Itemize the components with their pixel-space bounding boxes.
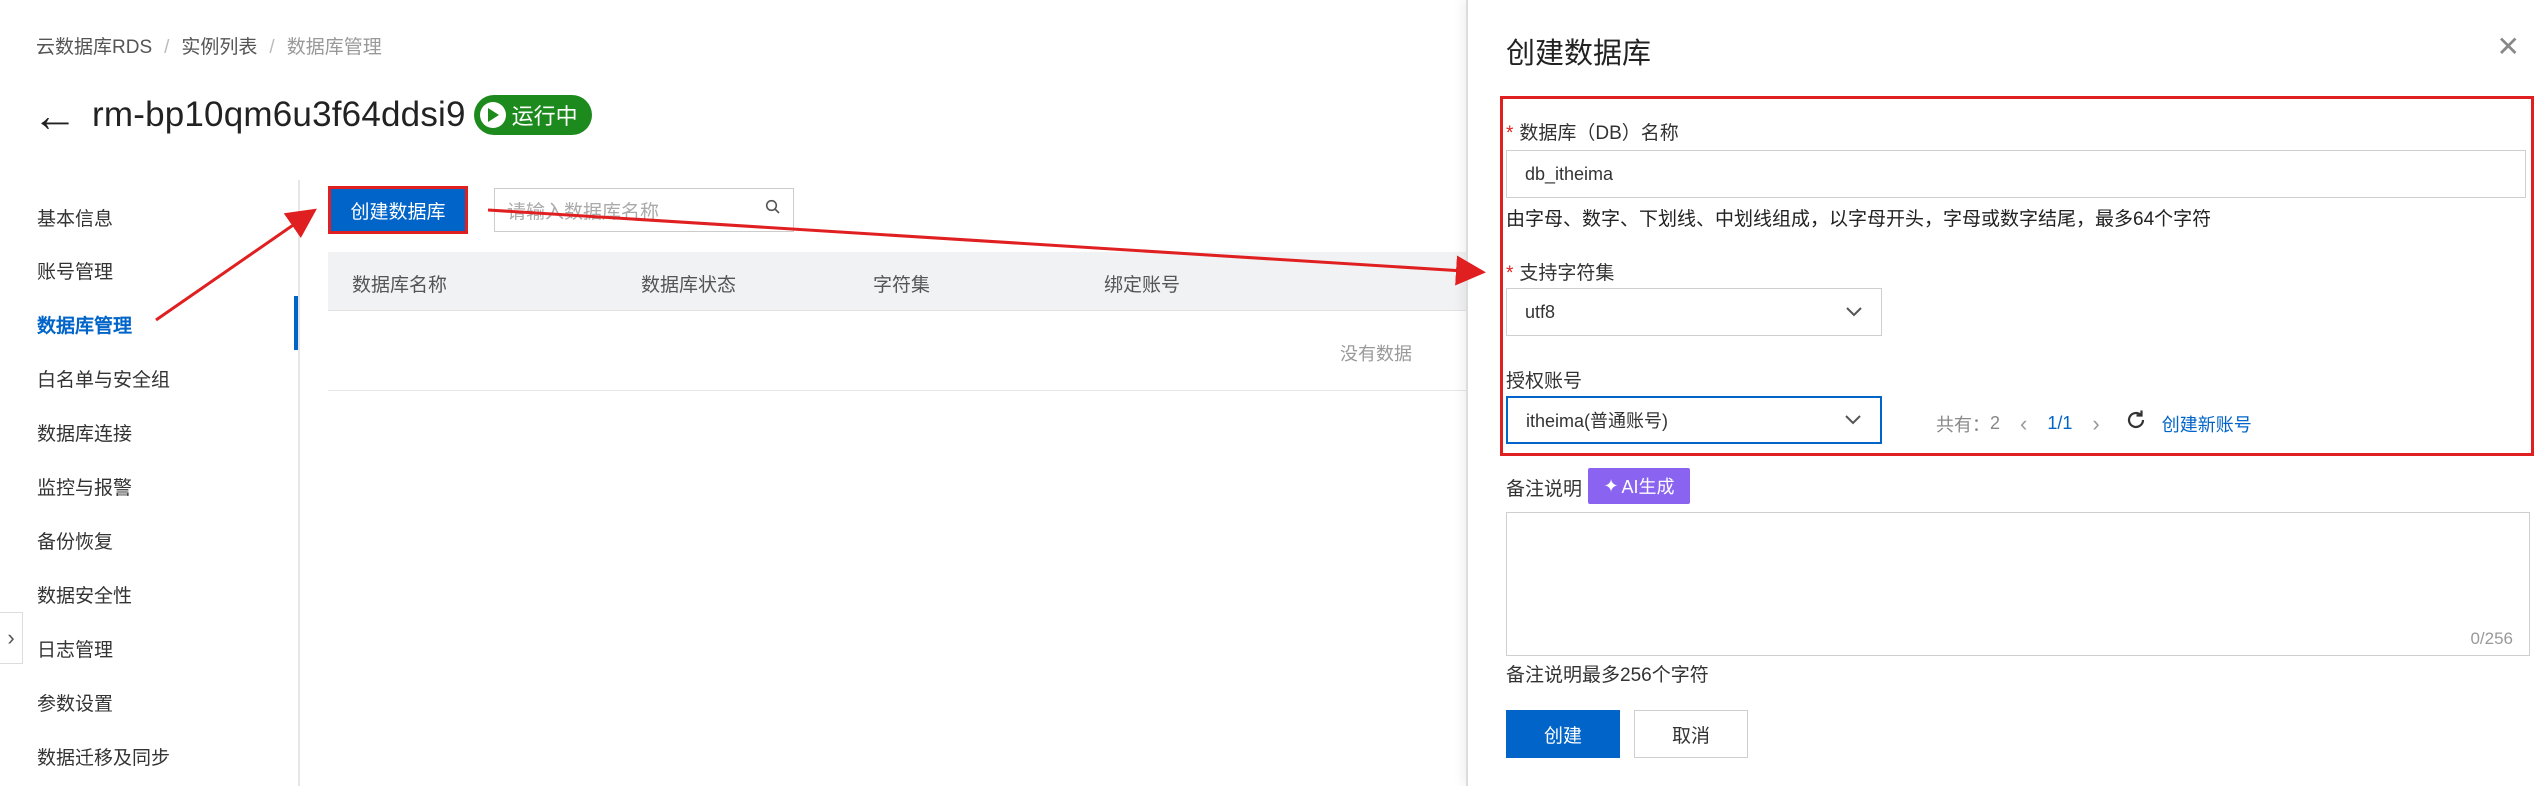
charset-label-text: 支持字符集	[1519, 263, 1615, 284]
search-placeholder: 请输入数据库名称	[507, 201, 660, 223]
required-marker: *	[1506, 123, 1514, 144]
page-title: rm-bp10qm6u3f64ddsi9	[92, 95, 466, 134]
create-database-drawer: 创建数据库 ✕ * 数据库（DB）名称 db_itheima 由字母、数字、下划线…	[1466, 0, 2546, 786]
column-header-name: 数据库名称	[352, 275, 448, 296]
table-empty-text: 没有数据	[1340, 344, 1412, 364]
remark-hint: 备注说明最多256个字符	[1506, 665, 1709, 686]
column-header-account: 绑定账号	[1104, 275, 1181, 296]
sidebar-active-indicator	[294, 296, 298, 350]
remark-label: 备注说明	[1506, 479, 1583, 500]
sidebar: 基本信息 账号管理 数据库管理 白名单与安全组 数据库连接 监控与报警 备份恢复…	[0, 180, 300, 786]
cancel-button[interactable]: 取消	[1634, 710, 1748, 758]
chevron-left-icon[interactable]: ‹	[2020, 411, 2027, 437]
status-badge: 运行中	[473, 95, 592, 135]
sidebar-item-whitelist[interactable]: 白名单与安全组	[37, 365, 170, 392]
sidebar-item-parameters[interactable]: 参数设置	[37, 689, 113, 716]
breadcrumb-item-current: 数据库管理	[286, 37, 382, 58]
db-name-label-text: 数据库（DB）名称	[1519, 123, 1679, 144]
sidebar-item-security[interactable]: 数据安全性	[37, 581, 132, 608]
sidebar-item-accounts[interactable]: 账号管理	[37, 257, 113, 284]
account-pager: 共有： 2 ‹ 1/1 › 创建新账号	[1936, 408, 2252, 439]
sidebar-item-basic-info[interactable]: 基本信息	[37, 204, 113, 231]
required-marker: *	[1506, 263, 1514, 284]
table-header: 数据库名称 数据库状态 字符集 绑定账号	[328, 252, 1468, 311]
sparkle-icon: ✦	[1603, 475, 1619, 496]
sidebar-item-migration[interactable]: 数据迁移及同步	[37, 743, 170, 770]
ai-generate-label: AI生成	[1621, 477, 1675, 497]
back-arrow-icon[interactable]: ←	[32, 92, 78, 138]
db-name-input[interactable]: db_itheima	[1506, 150, 2526, 198]
sidebar-item-logs[interactable]: 日志管理	[37, 635, 113, 662]
breadcrumb-separator: /	[164, 37, 170, 58]
sidebar-item-backup[interactable]: 备份恢复	[37, 527, 113, 554]
chevron-right-icon[interactable]: ›	[2092, 411, 2099, 437]
sidebar-item-databases[interactable]: 数据库管理	[37, 311, 132, 338]
db-name-hint: 由字母、数字、下划线、中划线组成，以字母开头，字母或数字结尾，最多64个字符	[1506, 209, 2212, 230]
create-button[interactable]: 创建	[1506, 710, 1620, 758]
chevron-down-icon	[1845, 302, 1863, 323]
chevron-right-icon: ›	[7, 625, 15, 650]
search-input[interactable]: 请输入数据库名称	[494, 188, 794, 232]
ai-generate-button[interactable]: ✦ AI生成	[1588, 468, 1690, 504]
drawer-title: 创建数据库	[1506, 38, 1652, 70]
breadcrumb: 云数据库RDS / 实例列表 / 数据库管理	[36, 32, 382, 59]
create-database-button[interactable]: 创建数据库	[328, 186, 468, 234]
account-select[interactable]: itheima(普通账号)	[1506, 396, 1882, 444]
search-icon[interactable]	[765, 199, 781, 221]
account-label: 授权账号	[1506, 371, 1583, 392]
total-count: 2	[1990, 413, 2001, 433]
charset-selected-value: utf8	[1525, 301, 1556, 322]
account-selected-value: itheima(普通账号)	[1526, 411, 1669, 431]
breadcrumb-item-rds[interactable]: 云数据库RDS	[36, 37, 152, 58]
refresh-icon[interactable]	[2124, 408, 2148, 439]
status-text: 运行中	[511, 104, 578, 129]
remark-char-counter: 0/256	[2470, 629, 2513, 648]
charset-select[interactable]: utf8	[1506, 288, 1882, 336]
breadcrumb-item-instances[interactable]: 实例列表	[181, 37, 257, 58]
play-icon	[479, 102, 506, 128]
sidebar-item-connection[interactable]: 数据库连接	[37, 419, 132, 446]
charset-label: * 支持字符集	[1506, 258, 1614, 285]
remark-textarea[interactable]: 0/256	[1506, 512, 2530, 656]
close-icon[interactable]: ✕	[2497, 30, 2520, 63]
db-name-label: * 数据库（DB）名称	[1506, 118, 1679, 145]
sidebar-item-monitoring[interactable]: 监控与报警	[37, 473, 132, 500]
page-title-row: ← rm-bp10qm6u3f64ddsi9 运行中	[32, 92, 592, 138]
breadcrumb-separator: /	[269, 37, 275, 58]
page-indicator: 1/1	[2047, 413, 2073, 433]
table-divider	[328, 390, 1468, 391]
sidebar-collapse-toggle[interactable]: ›	[0, 612, 23, 664]
total-label: 共有：	[1936, 414, 1990, 435]
create-account-link[interactable]: 创建新账号	[2162, 411, 2252, 437]
column-header-status: 数据库状态	[641, 275, 737, 296]
chevron-down-icon	[1844, 410, 1862, 431]
column-header-charset: 字符集	[873, 275, 931, 296]
